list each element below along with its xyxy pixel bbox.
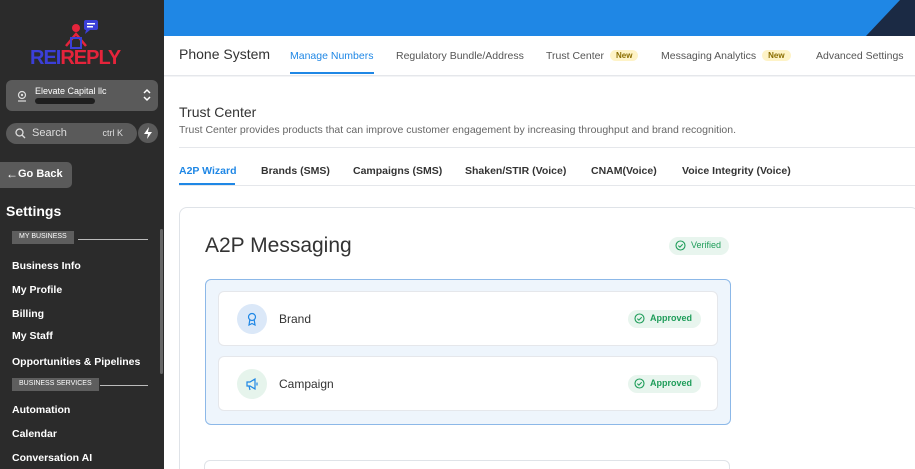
sidebar-item-my-staff[interactable]: My Staff <box>12 330 53 342</box>
search-shortcut: ctrl K <box>102 128 123 138</box>
sidebar-item-opportunities[interactable]: Opportunities & Pipelines <box>12 356 140 368</box>
section-title: Trust Center <box>179 104 257 120</box>
section-label-my-business: MY BUSINESS <box>12 231 74 244</box>
a2p-title: A2P Messaging <box>205 234 352 257</box>
a2p-panel: A2P Messaging Verified Brand Approved Ca… <box>179 207 915 469</box>
brand-row[interactable]: Brand Approved <box>218 291 718 346</box>
award-icon <box>237 304 267 334</box>
tab-voice-integrity[interactable]: Voice Integrity (Voice) <box>682 165 791 177</box>
approved-badge: Approved <box>627 375 701 393</box>
new-badge: New <box>762 50 791 61</box>
campaign-label: Campaign <box>279 377 334 391</box>
sidebar-scrollbar[interactable] <box>160 229 163 374</box>
brand-label: Brand <box>279 312 312 326</box>
section-divider <box>100 385 148 386</box>
tab-a2p-wizard[interactable]: A2P Wizard <box>179 165 236 177</box>
tab-advanced-settings[interactable]: Advanced Settings <box>816 50 904 62</box>
sidebar-item-automation[interactable]: Automation <box>12 404 70 416</box>
verified-badge: Verified <box>669 237 730 255</box>
new-badge: New <box>609 50 639 61</box>
a2p-steps: Brand Approved Campaign Approved <box>205 279 731 425</box>
check-circle-icon <box>634 378 645 389</box>
sidebar-item-business-info[interactable]: Business Info <box>12 260 81 272</box>
account-switcher[interactable]: Elevate Capital llc <box>6 80 158 111</box>
account-subtitle-redacted <box>35 98 95 104</box>
section-divider <box>78 239 148 240</box>
tab-campaigns-sms[interactable]: Campaigns (SMS) <box>353 165 442 177</box>
location-pin-icon <box>17 90 27 102</box>
lightning-icon <box>144 127 152 139</box>
corner-accent <box>866 0 915 36</box>
main-content: Trust Center Trust Center provides produ… <box>164 77 915 469</box>
logo-text: REIREPLY <box>30 47 121 70</box>
sidebar-item-conversation-ai[interactable]: Conversation AI <box>12 452 92 464</box>
logo-rei: REI <box>30 47 61 69</box>
page-title: Phone System <box>179 46 271 62</box>
quick-actions-button[interactable] <box>138 123 158 143</box>
next-panel-edge <box>204 460 730 469</box>
approved-label: Approved <box>649 313 692 323</box>
tab-brands-sms[interactable]: Brands (SMS) <box>261 165 330 177</box>
active-subtab-indicator <box>179 183 235 185</box>
sidebar-item-my-profile[interactable]: My Profile <box>12 284 62 296</box>
search-box[interactable]: Search ctrl K <box>6 123 137 144</box>
megaphone-icon <box>237 369 267 399</box>
chevron-updown-icon <box>143 88 151 102</box>
divider <box>179 147 915 148</box>
account-name: Elevate Capital llc <box>35 86 107 96</box>
arrow-left-icon: ← <box>6 167 18 181</box>
subtab-divider <box>179 185 915 186</box>
verified-label: Verified <box>691 240 722 250</box>
tab-messaging-analytics-label: Messaging Analytics <box>661 50 757 62</box>
check-circle-icon <box>634 313 645 324</box>
active-tab-indicator <box>290 72 374 74</box>
approved-label: Approved <box>649 378 692 388</box>
go-back-label: Go Back <box>18 168 63 180</box>
tab-cnam[interactable]: CNAM(Voice) <box>591 165 657 177</box>
sidebar-item-billing[interactable]: Billing <box>12 308 44 320</box>
tab-trust-center-label: Trust Center <box>546 50 604 62</box>
tab-regulatory-bundle[interactable]: Regulatory Bundle/Address <box>396 50 524 62</box>
sidebar-item-calendar[interactable]: Calendar <box>12 428 57 440</box>
check-circle-icon <box>675 240 686 251</box>
settings-heading: Settings <box>6 203 62 219</box>
logo-reply: REPLY <box>60 47 121 69</box>
approved-badge: Approved <box>627 310 701 328</box>
sidebar: REIREPLY Elevate Capital llc Search ctrl… <box>0 0 164 469</box>
section-description: Trust Center provides products that can … <box>179 124 737 136</box>
tab-messaging-analytics[interactable]: Messaging Analytics New <box>661 50 791 62</box>
tab-trust-center[interactable]: Trust Center New <box>546 50 639 62</box>
phone-system-header: Phone System Manage Numbers Regulatory B… <box>164 36 915 76</box>
search-icon <box>15 128 26 139</box>
top-banner <box>164 0 915 36</box>
tab-shaken-stir[interactable]: Shaken/STIR (Voice) <box>465 165 566 177</box>
section-label-business-services: BUSINESS SERVICES <box>12 378 99 391</box>
campaign-row[interactable]: Campaign Approved <box>218 356 718 411</box>
search-placeholder: Search <box>32 127 67 139</box>
tab-manage-numbers[interactable]: Manage Numbers <box>290 50 373 62</box>
go-back-button[interactable]: ← Go Back <box>0 162 72 188</box>
